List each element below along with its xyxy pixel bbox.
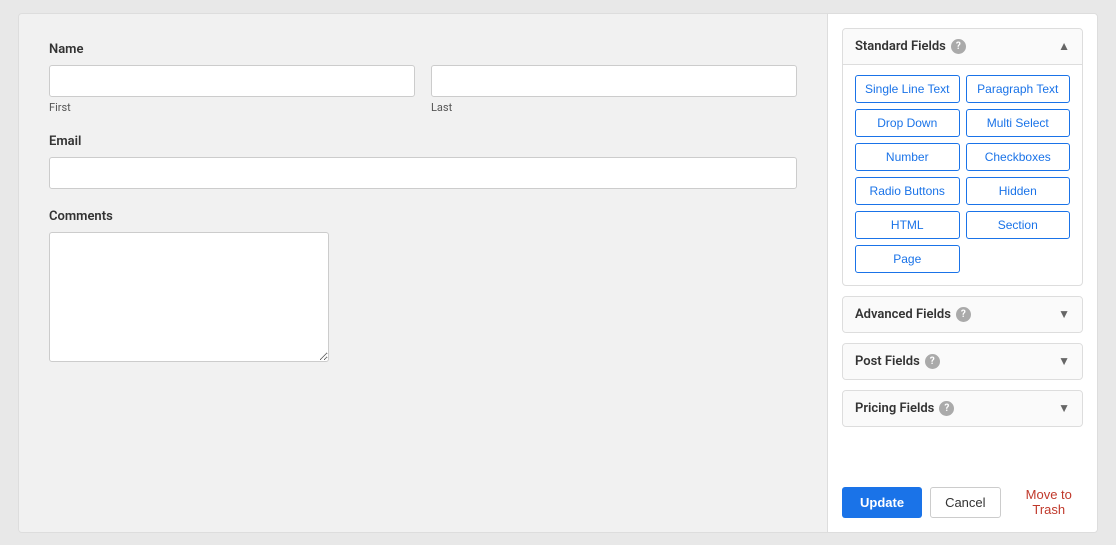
sidebar: Standard Fields ? ▲ Single Line Text Par… bbox=[827, 14, 1097, 532]
btn-section[interactable]: Section bbox=[966, 211, 1071, 239]
btn-single-line-text[interactable]: Single Line Text bbox=[855, 75, 960, 103]
email-input[interactable] bbox=[49, 157, 797, 189]
first-name-col: First bbox=[49, 65, 415, 114]
advanced-fields-section: Advanced Fields ? ▼ bbox=[842, 296, 1083, 333]
post-fields-help-icon[interactable]: ? bbox=[925, 354, 940, 369]
btn-multi-select[interactable]: Multi Select bbox=[966, 109, 1071, 137]
advanced-fields-help-icon[interactable]: ? bbox=[956, 307, 971, 322]
name-field-group: Name First Last bbox=[49, 42, 797, 114]
cancel-button[interactable]: Cancel bbox=[930, 487, 1000, 518]
action-row: Update Cancel Move to Trash bbox=[842, 481, 1083, 518]
btn-hidden[interactable]: Hidden bbox=[966, 177, 1071, 205]
field-buttons-grid: Single Line Text Paragraph Text Drop Dow… bbox=[855, 75, 1070, 273]
email-field-group: Email bbox=[49, 134, 797, 189]
last-sub-label: Last bbox=[431, 101, 797, 114]
btn-paragraph-text[interactable]: Paragraph Text bbox=[966, 75, 1071, 103]
email-label: Email bbox=[49, 134, 797, 149]
post-fields-title: Post Fields ? bbox=[855, 354, 940, 369]
pricing-fields-help-icon[interactable]: ? bbox=[939, 401, 954, 416]
comments-label: Comments bbox=[49, 209, 797, 224]
standard-fields-header[interactable]: Standard Fields ? ▲ bbox=[843, 29, 1082, 65]
comments-field-group: Comments bbox=[49, 209, 797, 366]
comments-textarea[interactable] bbox=[49, 232, 329, 362]
form-panel: Name First Last Email Comments bbox=[19, 14, 827, 532]
advanced-fields-chevron: ▼ bbox=[1058, 307, 1070, 321]
post-fields-chevron: ▼ bbox=[1058, 354, 1070, 368]
standard-fields-section: Standard Fields ? ▲ Single Line Text Par… bbox=[842, 28, 1083, 286]
first-sub-label: First bbox=[49, 101, 415, 114]
standard-fields-body: Single Line Text Paragraph Text Drop Dow… bbox=[843, 65, 1082, 285]
pricing-fields-title: Pricing Fields ? bbox=[855, 401, 954, 416]
main-container: Name First Last Email Comments bbox=[18, 13, 1098, 533]
update-button[interactable]: Update bbox=[842, 487, 922, 518]
pricing-fields-header[interactable]: Pricing Fields ? ▼ bbox=[843, 391, 1082, 426]
pricing-fields-section: Pricing Fields ? ▼ bbox=[842, 390, 1083, 427]
btn-number[interactable]: Number bbox=[855, 143, 960, 171]
post-fields-section: Post Fields ? ▼ bbox=[842, 343, 1083, 380]
btn-drop-down[interactable]: Drop Down bbox=[855, 109, 960, 137]
post-fields-header[interactable]: Post Fields ? ▼ bbox=[843, 344, 1082, 379]
btn-radio-buttons[interactable]: Radio Buttons bbox=[855, 177, 960, 205]
standard-fields-chevron: ▲ bbox=[1058, 39, 1070, 53]
btn-checkboxes[interactable]: Checkboxes bbox=[966, 143, 1071, 171]
name-label: Name bbox=[49, 42, 797, 57]
name-row: First Last bbox=[49, 65, 797, 114]
advanced-fields-title: Advanced Fields ? bbox=[855, 307, 971, 322]
move-to-trash-button[interactable]: Move to Trash bbox=[1015, 487, 1083, 517]
pricing-fields-chevron: ▼ bbox=[1058, 401, 1070, 415]
btn-page[interactable]: Page bbox=[855, 245, 960, 273]
standard-fields-help-icon[interactable]: ? bbox=[951, 39, 966, 54]
btn-html[interactable]: HTML bbox=[855, 211, 960, 239]
standard-fields-title: Standard Fields ? bbox=[855, 39, 966, 54]
last-name-col: Last bbox=[431, 65, 797, 114]
last-name-input[interactable] bbox=[431, 65, 797, 97]
advanced-fields-header[interactable]: Advanced Fields ? ▼ bbox=[843, 297, 1082, 332]
first-name-input[interactable] bbox=[49, 65, 415, 97]
